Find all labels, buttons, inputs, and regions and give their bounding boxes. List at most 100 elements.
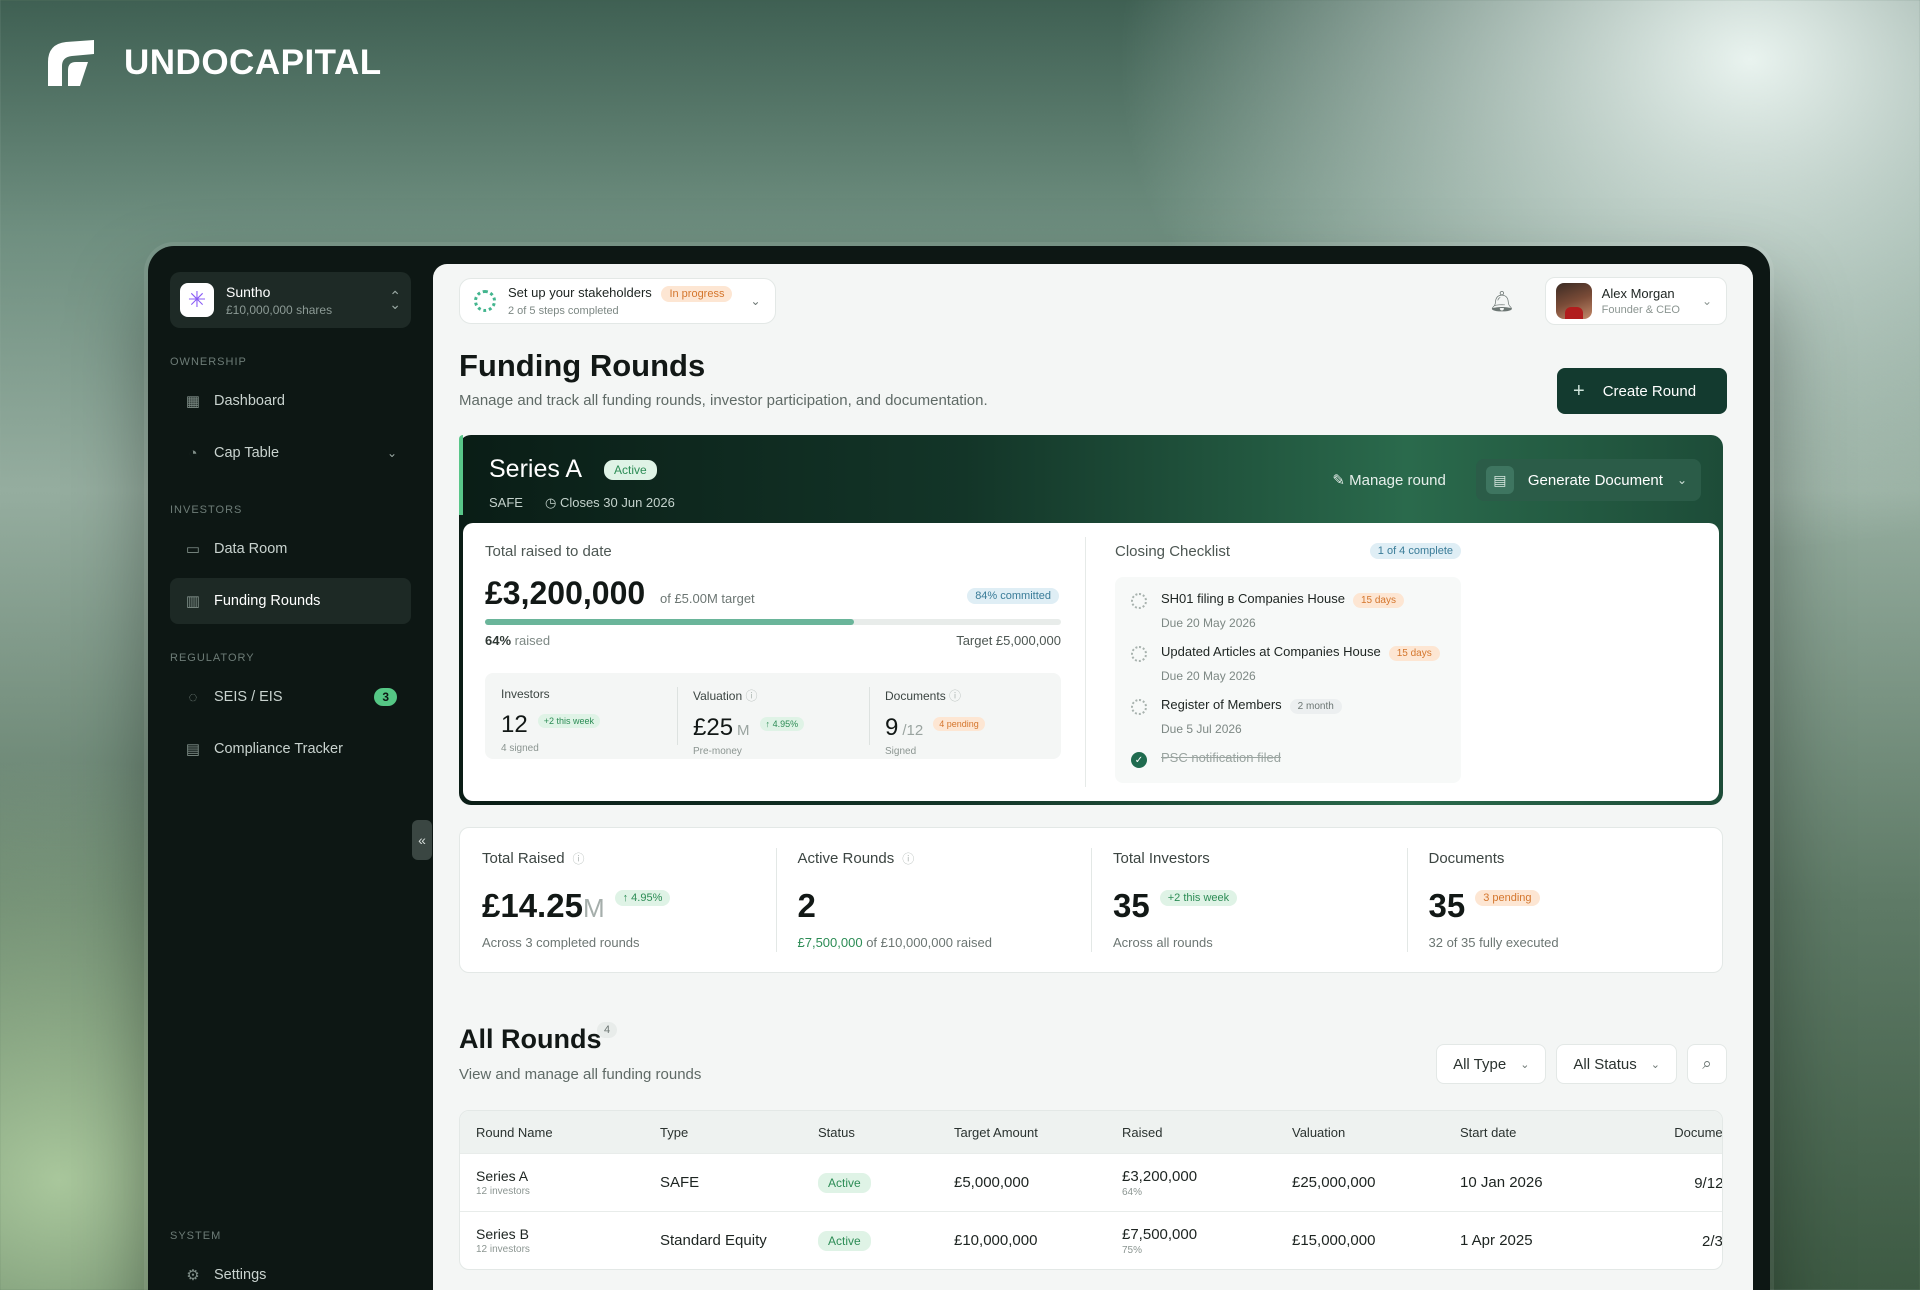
chevron-down-icon: ⌄ bbox=[1701, 294, 1712, 308]
generate-document-button[interactable]: ▤ Generate Document ⌄ bbox=[1475, 459, 1701, 501]
change-badge: ↑ 4.95% bbox=[614, 890, 671, 906]
search-button[interactable]: ⌕ bbox=[1687, 1044, 1727, 1084]
column-header[interactable]: Valuation bbox=[1292, 1125, 1460, 1140]
checklist-count-badge: 1 of 4 complete bbox=[1369, 543, 1461, 559]
sidebar-item-settings[interactable]: ⚙ Settings bbox=[170, 1252, 411, 1290]
table-row[interactable]: Series A 12 investors SAFE Active £5,000,… bbox=[460, 1153, 1722, 1211]
shield-check-icon: ◌ bbox=[188, 688, 198, 706]
chevron-down-icon: ⌄ bbox=[1520, 1058, 1530, 1071]
table-row[interactable]: Series B 12 investors Standard Equity Act… bbox=[460, 1211, 1722, 1269]
clock-icon: ◷ bbox=[544, 495, 560, 510]
notification-bell-icon[interactable]: 🔔︎ bbox=[1489, 289, 1514, 314]
manage-round-button[interactable]: ✎ Manage round bbox=[1332, 471, 1446, 489]
column-header[interactable]: Documents bbox=[1618, 1125, 1722, 1140]
status-badge: Active bbox=[604, 460, 657, 480]
status-filter-dropdown[interactable]: All Status ⌄ bbox=[1556, 1044, 1677, 1084]
setup-title: Set up your stakeholders bbox=[508, 285, 652, 300]
sidebar-item-label: Cap Table bbox=[214, 445, 280, 461]
info-icon: ⓘ bbox=[745, 689, 758, 703]
round-type: SAFE bbox=[489, 495, 523, 510]
committed-badge: 84% committed bbox=[967, 588, 1059, 604]
gear-icon: ⚙ bbox=[186, 1267, 200, 1284]
count-badge: 4 bbox=[597, 1022, 618, 1038]
collapse-sidebar-button[interactable]: « bbox=[412, 820, 432, 860]
pending-badge: 3 pending bbox=[1475, 890, 1540, 906]
stat-total-raised: Total Raised ⓘ £14.25 M ↑ 4.95% Across 3 co… bbox=[460, 828, 776, 972]
due-badge: 2 month bbox=[1289, 699, 1342, 714]
sidebar-item-label: Settings bbox=[214, 1267, 267, 1283]
check-circle-icon: ✓ bbox=[1131, 752, 1147, 768]
user-name: Alex Morgan bbox=[1601, 286, 1675, 301]
checklist-item[interactable]: Updated Articles at Companies House 15 da… bbox=[1131, 644, 1445, 697]
change-badge: +2 this week bbox=[1159, 890, 1238, 906]
nav-section-investors: INVESTORS bbox=[170, 504, 243, 516]
org-shares: £10,000,000 shares bbox=[226, 302, 333, 317]
system-nav: SYSTEM ⚙ Settings bbox=[170, 1230, 411, 1290]
change-badge: +2 this week bbox=[537, 714, 600, 728]
nav-section-regulatory: REGULATORY bbox=[170, 652, 255, 664]
sidebar-item-seis-eis[interactable]: ◌ SEIS / EIS 3 bbox=[170, 674, 411, 720]
sidebar-item-label: SEIS / EIS bbox=[214, 689, 283, 705]
mini-stat-documents: Documents ⓘ 9/12 4 pending Signed bbox=[869, 673, 1061, 759]
column-header[interactable]: Type bbox=[660, 1125, 818, 1140]
checklist-item[interactable]: ✓ PSC notification filed bbox=[1131, 750, 1445, 780]
target-text: Target £5,000,000 bbox=[956, 633, 1061, 648]
brand: UNDOCAPITAL bbox=[44, 36, 382, 90]
due-badge: 15 days bbox=[1352, 593, 1404, 608]
sidebar-item-label: Funding Rounds bbox=[214, 593, 321, 609]
rounds-table: Round Name Type Status Target Amount Rai… bbox=[459, 1110, 1723, 1270]
sidebar-item-funding-rounds[interactable]: ▥ Funding Rounds bbox=[170, 578, 411, 624]
sidebar-item-data-room[interactable]: ▭ Data Room bbox=[170, 526, 411, 572]
column-header[interactable]: Start date bbox=[1460, 1125, 1618, 1140]
column-header[interactable]: Target Amount bbox=[954, 1125, 1122, 1140]
column-header[interactable]: Raised bbox=[1122, 1125, 1292, 1140]
org-switcher[interactable]: ✳ Suntho £10,000,000 shares ⌃ ⌄ bbox=[170, 272, 411, 328]
create-round-label: Create Round bbox=[1602, 382, 1697, 400]
progress-label: raised bbox=[514, 633, 551, 648]
info-icon: ⓘ bbox=[902, 852, 915, 866]
checklist-item[interactable]: SH01 filing в Companies House 15 days Due… bbox=[1131, 591, 1445, 644]
round-body: Total raised to date £3,200,000 of £5.00… bbox=[463, 523, 1719, 801]
progress-spinner-icon bbox=[474, 290, 496, 312]
column-header[interactable]: Status bbox=[818, 1125, 954, 1140]
raised-target: of £5.00M target bbox=[660, 591, 755, 606]
setup-progress-widget[interactable]: Set up your stakeholders In progress 2 o… bbox=[459, 278, 776, 324]
round-mini-stats: Investors 12 +2 this week 4 signed Valuat… bbox=[485, 673, 1061, 759]
main-content: Set up your stakeholders In progress 2 o… bbox=[433, 264, 1753, 1290]
nav-section-ownership: OWNERSHIP bbox=[170, 356, 247, 368]
org-logo-icon: ✳ bbox=[180, 283, 214, 317]
sidebar-item-label: Dashboard bbox=[214, 393, 285, 409]
pending-badge: 4 pending bbox=[933, 717, 985, 731]
sidebar-item-dashboard[interactable]: ▦ Dashboard bbox=[170, 378, 411, 424]
checklist-item[interactable]: Register of Members 2 month Due 5 Jul 202… bbox=[1131, 697, 1445, 750]
page-title: Funding Rounds bbox=[459, 348, 706, 383]
chevron-down-icon: ⌄ bbox=[750, 294, 761, 308]
arrow-up-icon: ↑ bbox=[765, 719, 773, 729]
type-filter-dropdown[interactable]: All Type ⌄ bbox=[1436, 1044, 1547, 1084]
folder-icon: ▭ bbox=[185, 541, 201, 558]
nav-section-system: SYSTEM bbox=[170, 1230, 222, 1242]
grid-icon: ▦ bbox=[185, 393, 201, 410]
user-menu[interactable]: Alex Morgan Founder & CEO ⌄ bbox=[1544, 277, 1727, 325]
column-header[interactable]: Round Name bbox=[476, 1125, 660, 1140]
stat-documents: Documents 35 3 pending 32 of 35 fully exe… bbox=[1406, 828, 1723, 972]
round-header: Series A Active SAFE ◷ Closes 30 Jun 202… bbox=[463, 439, 1719, 523]
pie-chart-icon: ◔ bbox=[188, 444, 198, 462]
checklist-title: Closing Checklist bbox=[1115, 543, 1231, 560]
chevron-down-icon: ⌄ bbox=[1676, 473, 1687, 487]
current-round-card: Series A Active SAFE ◷ Closes 30 Jun 202… bbox=[459, 435, 1723, 805]
clipboard-icon: ▤ bbox=[185, 741, 201, 758]
section-subtitle: View and manage all funding rounds bbox=[459, 1066, 702, 1083]
sidebar-item-compliance-tracker[interactable]: ▤ Compliance Tracker bbox=[170, 726, 411, 772]
summary-stats: Total Raised ⓘ £14.25 M ↑ 4.95% Across 3 co… bbox=[459, 827, 1723, 973]
status-badge: In progress bbox=[661, 286, 733, 302]
user-role: Founder & CEO bbox=[1601, 304, 1680, 316]
sidebar-item-cap-table[interactable]: ◔ Cap Table ⌄ bbox=[170, 430, 411, 476]
info-icon: ⓘ bbox=[572, 852, 585, 866]
org-name: Suntho bbox=[226, 283, 271, 300]
avatar bbox=[1555, 283, 1592, 319]
brand-name: UNDOCAPITAL bbox=[124, 43, 382, 82]
progress-fill bbox=[485, 619, 854, 625]
raised-amount: £3,200,000 bbox=[485, 575, 646, 611]
create-round-button[interactable]: + Create Round bbox=[1557, 368, 1727, 414]
